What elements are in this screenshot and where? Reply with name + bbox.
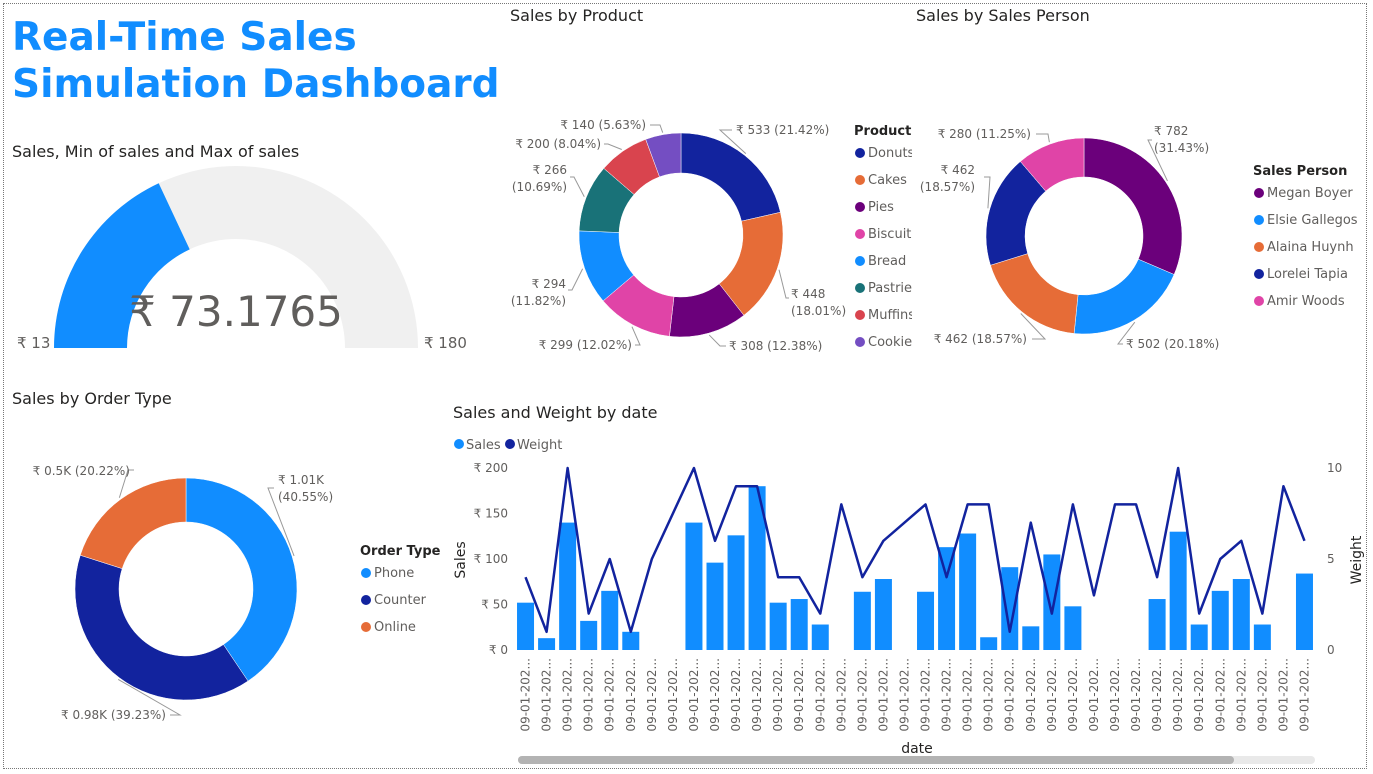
x-tick-label: 09-01-202... <box>1150 658 1164 732</box>
sales-bar <box>1169 531 1187 650</box>
y2-tick-label: 5 <box>1327 552 1335 566</box>
sales-bar <box>790 599 808 650</box>
x-tick-label: 09-01-202... <box>1297 658 1311 732</box>
x-tick-label: 09-01-202... <box>1024 658 1038 732</box>
x-tick-label: 09-01-202... <box>687 658 701 732</box>
x-tick-label: 09-01-202... <box>855 658 869 732</box>
y-tick-label: ₹ 150 <box>474 507 508 521</box>
x-tick-label: 09-01-202... <box>582 658 596 732</box>
weight-line <box>524 466 1306 634</box>
sales-bar <box>517 602 535 650</box>
x-tick-label: 09-01-202... <box>940 658 954 732</box>
x-tick-label: 09-01-202... <box>645 658 659 732</box>
sales-bar <box>538 638 556 650</box>
sales-bar <box>1211 590 1229 650</box>
x-tick-label: 09-01-202... <box>1255 658 1269 732</box>
legend-marker <box>454 439 464 449</box>
sales-bar <box>601 590 619 650</box>
x-tick-label: 09-01-202... <box>1276 658 1290 732</box>
sales-bar <box>811 624 829 650</box>
y2-axis-title: Weight <box>1349 535 1365 584</box>
x-tick-label: 09-01-202... <box>1066 658 1080 732</box>
sales-bar <box>959 533 977 650</box>
sales-bar <box>938 547 956 650</box>
sales-bar <box>1295 573 1313 650</box>
sales-weight-combo-chart[interactable]: Sales Weight ₹ 0 ₹ 50 ₹ 100 ₹ 150 ₹ 200 0 5 10 Sal… <box>0 0 1373 774</box>
x-tick-label: 09-01-202... <box>1171 658 1185 732</box>
x-axis-title: date <box>901 741 933 757</box>
sales-bar <box>769 602 787 650</box>
y-tick-label: ₹ 100 <box>474 552 508 566</box>
x-tick-label: 09-01-202... <box>624 658 638 732</box>
sales-bar <box>1232 579 1250 650</box>
sales-bar <box>1148 599 1166 650</box>
scrollbar-thumb[interactable] <box>518 756 1234 764</box>
x-tick-label: 09-01-202... <box>982 658 996 732</box>
sales-bar <box>1022 626 1040 650</box>
x-tick-label: 09-01-202... <box>1129 658 1143 732</box>
y-axis-title: Sales <box>453 541 469 578</box>
legend-marker <box>505 439 515 449</box>
sales-bar <box>1001 567 1019 650</box>
y-tick-label: ₹ 200 <box>474 461 508 475</box>
y2-tick-label: 10 <box>1327 461 1342 475</box>
sales-bar <box>580 620 598 650</box>
x-tick-label: 09-01-202... <box>1234 658 1248 732</box>
x-tick-label: 09-01-202... <box>897 658 911 732</box>
x-tick-label: 09-01-202... <box>1087 658 1101 732</box>
x-tick-label: 09-01-202... <box>708 658 722 732</box>
x-tick-label: 09-01-202... <box>750 658 764 732</box>
x-tick-label: 09-01-202... <box>813 658 827 732</box>
x-tick-label: 09-01-202... <box>771 658 785 732</box>
x-tick-label: 09-01-202... <box>603 658 617 732</box>
legend-item: Weight <box>517 438 562 453</box>
sales-bar <box>706 562 724 650</box>
x-tick-label: 09-01-202... <box>666 658 680 732</box>
x-tick-label: 09-01-202... <box>519 658 533 732</box>
sales-bar <box>980 637 998 650</box>
sales-bar <box>1190 624 1208 650</box>
sales-bar <box>874 579 892 650</box>
y2-tick-label: 0 <box>1327 643 1335 657</box>
sales-bar <box>917 591 935 650</box>
sales-bar <box>1064 606 1082 650</box>
sales-bar <box>559 522 577 650</box>
sales-bar <box>1253 624 1271 650</box>
x-tick-label: 09-01-202... <box>1108 658 1122 732</box>
y-tick-label: ₹ 0 <box>489 643 508 657</box>
x-tick-label: 09-01-202... <box>561 658 575 732</box>
x-tick-label: 09-01-202... <box>540 658 554 732</box>
x-tick-label: 09-01-202... <box>792 658 806 732</box>
sales-bar <box>622 631 640 650</box>
x-tick-label: 09-01-202... <box>1045 658 1059 732</box>
x-tick-label: 09-01-202... <box>876 658 890 732</box>
x-tick-label: 09-01-202... <box>919 658 933 732</box>
y-tick-label: ₹ 50 <box>481 598 508 612</box>
x-tick-label: 09-01-202... <box>729 658 743 732</box>
x-tick-label: 09-01-202... <box>1192 658 1206 732</box>
x-tick-label: 09-01-202... <box>834 658 848 732</box>
sales-bar <box>727 535 745 650</box>
x-tick-label: 09-01-202... <box>1003 658 1017 732</box>
legend-item: Sales <box>466 438 501 453</box>
sales-bar <box>1043 554 1061 650</box>
x-tick-label: 09-01-202... <box>1213 658 1227 732</box>
sales-bar <box>853 591 871 650</box>
sales-bar <box>685 522 703 650</box>
x-tick-label: 09-01-202... <box>961 658 975 732</box>
